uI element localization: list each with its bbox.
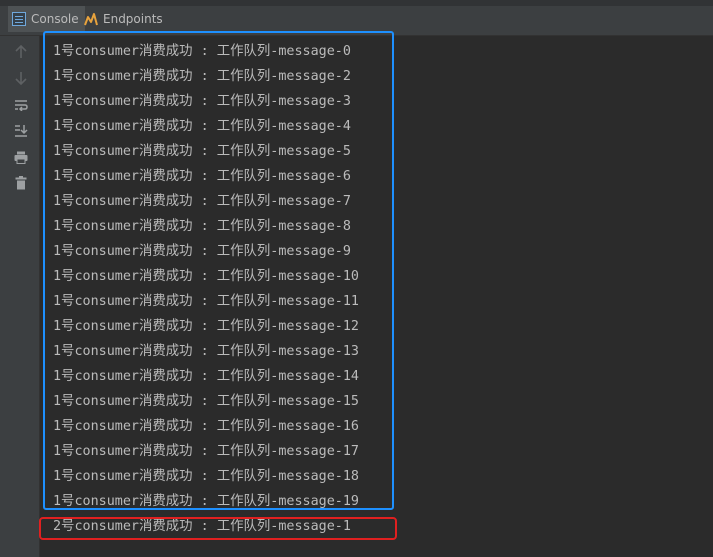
console-line: 1号consumer消费成功 : 工作队列-message-17 bbox=[53, 444, 359, 459]
console-line: 2号consumer消费成功 : 工作队列-message-1 bbox=[53, 519, 351, 534]
console-toolbar bbox=[0, 36, 40, 557]
console-line: 1号consumer消费成功 : 工作队列-message-4 bbox=[53, 119, 351, 134]
console-line: 1号consumer消费成功 : 工作队列-message-6 bbox=[53, 169, 351, 184]
console-line: 1号consumer消费成功 : 工作队列-message-0 bbox=[53, 44, 351, 59]
soft-wrap-icon[interactable] bbox=[13, 97, 29, 113]
console-line: 1号consumer消费成功 : 工作队列-message-2 bbox=[53, 69, 351, 84]
clear-all-icon[interactable] bbox=[13, 175, 29, 191]
tab-console[interactable]: Console bbox=[8, 6, 85, 32]
console-line: 1号consumer消费成功 : 工作队列-message-19 bbox=[53, 494, 359, 509]
scroll-to-end-icon[interactable] bbox=[13, 123, 29, 139]
console-line: 1号consumer消费成功 : 工作队列-message-8 bbox=[53, 219, 351, 234]
console-line: 1号consumer消费成功 : 工作队列-message-14 bbox=[53, 369, 359, 384]
console-line: 1号consumer消费成功 : 工作队列-message-16 bbox=[53, 419, 359, 434]
tab-console-label: Console bbox=[31, 12, 79, 26]
console-line: 1号consumer消费成功 : 工作队列-message-11 bbox=[53, 294, 359, 309]
console-icon bbox=[12, 12, 26, 26]
console-line: 1号consumer消费成功 : 工作队列-message-5 bbox=[53, 144, 351, 159]
print-icon[interactable] bbox=[13, 149, 29, 165]
tab-endpoints[interactable]: Endpoints bbox=[80, 6, 169, 32]
tab-endpoints-label: Endpoints bbox=[103, 12, 163, 26]
console-line: 1号consumer消费成功 : 工作队列-message-9 bbox=[53, 244, 351, 259]
scroll-down-icon[interactable] bbox=[13, 70, 29, 86]
console-line: 1号consumer消费成功 : 工作队列-message-12 bbox=[53, 319, 359, 334]
console-line: 1号consumer消费成功 : 工作队列-message-15 bbox=[53, 394, 359, 409]
console-output[interactable]: 1号consumer消费成功 : 工作队列-message-0 1号consum… bbox=[40, 36, 713, 557]
tool-window-tab-bar: Console Endpoints bbox=[0, 0, 713, 36]
endpoints-icon bbox=[84, 12, 98, 26]
console-line: 1号consumer消费成功 : 工作队列-message-18 bbox=[53, 469, 359, 484]
console-line: 1号consumer消费成功 : 工作队列-message-7 bbox=[53, 194, 351, 209]
console-line: 1号consumer消费成功 : 工作队列-message-3 bbox=[53, 94, 351, 109]
console-line: 1号consumer消费成功 : 工作队列-message-10 bbox=[53, 269, 359, 284]
scroll-up-icon[interactable] bbox=[13, 44, 29, 60]
console-line: 1号consumer消费成功 : 工作队列-message-13 bbox=[53, 344, 359, 359]
